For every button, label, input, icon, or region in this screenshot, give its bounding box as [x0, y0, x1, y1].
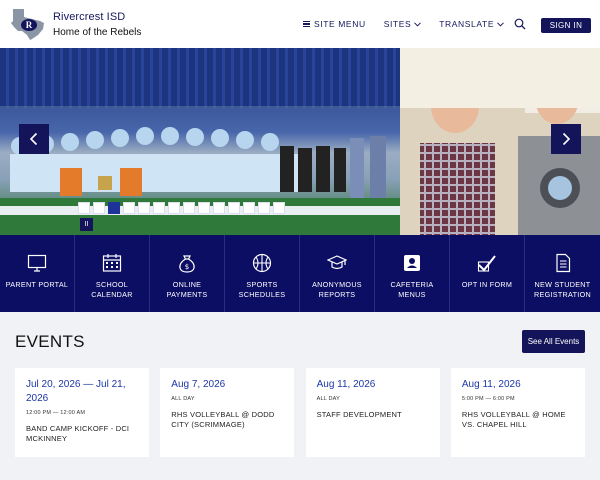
slide-indicator-dot[interactable] — [213, 202, 225, 214]
search-icon[interactable] — [514, 18, 526, 30]
stadium-seats — [0, 48, 400, 108]
quick-link-new-student-registration[interactable]: NEW STUDENT REGISTRATION — [525, 235, 600, 312]
chevron-down-icon — [414, 21, 422, 27]
slide-indicator-dot[interactable] — [93, 202, 105, 214]
slide-indicator-dot[interactable] — [228, 202, 240, 214]
site-header: R Rivercrest ISD Home of the Rebels SITE… — [0, 0, 600, 48]
slide-indicator-dot[interactable] — [258, 202, 270, 214]
event-card[interactable]: Aug 7, 2026 ALL DAY RHS VOLLEYBALL @ DOD… — [160, 368, 295, 457]
sites-dropdown[interactable]: SITES — [384, 19, 422, 29]
chevron-right-icon — [562, 132, 571, 146]
sites-label: SITES — [383, 19, 412, 29]
event-time: 5:00 PM — 6:00 PM — [461, 396, 515, 402]
quick-link-label: NEW STUDENT REGISTRATION — [534, 280, 591, 299]
band-group-photo — [0, 106, 400, 206]
graduation-cap-icon — [327, 255, 347, 270]
quick-link-cafeteria-menus[interactable]: CAFETERIA MENUS — [375, 235, 450, 312]
monitor-icon — [27, 254, 47, 272]
quick-link-school-calendar[interactable]: SCHOOL CALENDAR — [75, 235, 150, 312]
chevron-left-icon — [29, 132, 38, 146]
translate-label: TRANSLATE — [439, 19, 495, 29]
quick-link-label: PARENT PORTAL — [5, 280, 69, 289]
event-card[interactable]: Aug 11, 2026 ALL DAY STAFF DEVELOPMENT — [305, 368, 440, 457]
slide-indicator-dot[interactable] — [243, 202, 255, 214]
district-name: Rivercrest ISD — [53, 11, 126, 23]
svg-text:R: R — [26, 20, 33, 30]
site-menu-label: SITE MENU — [314, 19, 366, 29]
slide-indicator-dot[interactable] — [168, 202, 180, 214]
event-date: Aug 11, 2026 — [461, 379, 521, 390]
slide-indicator-dot[interactable] — [183, 202, 195, 214]
event-time: 12:00 PM — 12:00 AM — [26, 410, 86, 416]
sign-in-button[interactable]: SIGN IN — [541, 18, 591, 33]
brand[interactable]: Rivercrest ISD Home of the Rebels — [53, 11, 141, 38]
hamburger-icon — [303, 19, 310, 28]
pause-slideshow-button[interactable]: II — [80, 218, 93, 231]
quick-link-parent-portal[interactable]: PARENT PORTAL — [0, 235, 75, 312]
quick-link-label: CAFETERIA MENUS — [390, 280, 434, 299]
event-date: Aug 11, 2026 — [316, 379, 376, 390]
quick-link-anonymous-reports[interactable]: ANONYMOUS REPORTS — [300, 235, 375, 312]
quick-link-sports-schedules[interactable]: SPORTS SCHEDULES — [225, 235, 300, 312]
slide-indicator-dot[interactable] — [198, 202, 210, 214]
chevron-down-icon — [497, 21, 504, 27]
slide-indicator-dot[interactable] — [108, 202, 120, 214]
prev-slide-button[interactable] — [19, 124, 49, 154]
basketball-icon — [252, 253, 272, 273]
site-menu-button[interactable]: SITE MENU — [303, 19, 366, 29]
event-time: ALL DAY — [316, 396, 341, 402]
quick-link-online-payments[interactable]: $ ONLINE PAYMENTS — [150, 235, 225, 312]
events-heading: EVENTS — [15, 332, 85, 351]
slide-indicator-dot[interactable] — [123, 202, 135, 214]
translate-dropdown[interactable]: TRANSLATE — [439, 19, 504, 29]
event-card[interactable]: Jul 20, 2026 — Jul 21, 2026 12:00 PM — 1… — [15, 368, 149, 457]
quick-link-label: ANONYMOUS REPORTS — [312, 280, 362, 299]
event-time: ALL DAY — [171, 396, 195, 402]
quick-link-label: SPORTS SCHEDULES — [238, 280, 286, 299]
slide-indicator-dot[interactable] — [153, 202, 165, 214]
hero-slideshow: II — [0, 48, 600, 235]
checkmark-form-icon — [477, 255, 496, 272]
event-date: Jul 20, 2026 — Jul 21, 2026 — [26, 379, 126, 404]
quick-link-label: ONLINE PAYMENTS — [166, 280, 208, 299]
event-title: STAFF DEVELOPMENT — [316, 410, 402, 419]
slide-indicator-dot[interactable] — [138, 202, 150, 214]
event-title: RHS VOLLEYBALL @ DODD CITY (SCRIMMAGE) — [171, 410, 275, 429]
quick-links-bar: PARENT PORTAL SCHOOL CALENDAR $ ONLINE P… — [0, 235, 600, 312]
slide-indicator-dot[interactable] — [78, 202, 90, 214]
event-date: Aug 7, 2026 — [171, 379, 226, 390]
texas-logo-icon[interactable]: R — [10, 7, 46, 41]
calendar-icon — [102, 254, 122, 272]
cafeteria-icon — [404, 255, 420, 271]
event-title: RHS VOLLEYBALL @ HOME VS. CHAPEL HILL — [461, 410, 566, 429]
svg-text:$: $ — [185, 263, 189, 271]
classroom-board — [400, 48, 600, 108]
quick-link-opt-in-form[interactable]: OPT IN FORM — [450, 235, 525, 312]
next-slide-button[interactable] — [551, 124, 581, 154]
document-icon — [555, 253, 570, 273]
slide-indicator-dot[interactable] — [273, 202, 285, 214]
quick-link-label: SCHOOL CALENDAR — [91, 280, 133, 299]
event-title: BAND CAMP KICKOFF - DCI MCKINNEY — [26, 424, 130, 443]
see-all-events-button[interactable]: See All Events — [522, 330, 585, 353]
events-list: Jul 20, 2026 — Jul 21, 2026 12:00 PM — 1… — [15, 368, 585, 457]
quick-link-label: OPT IN FORM — [461, 280, 513, 289]
event-card[interactable]: Aug 11, 2026 5:00 PM — 6:00 PM RHS VOLLE… — [450, 368, 585, 457]
top-nav: SITE MENU SITES TRANSLATE — [303, 19, 522, 29]
slide-indicators — [78, 202, 288, 214]
district-tagline: Home of the Rebels — [53, 27, 142, 38]
money-bag-icon: $ — [179, 255, 195, 273]
